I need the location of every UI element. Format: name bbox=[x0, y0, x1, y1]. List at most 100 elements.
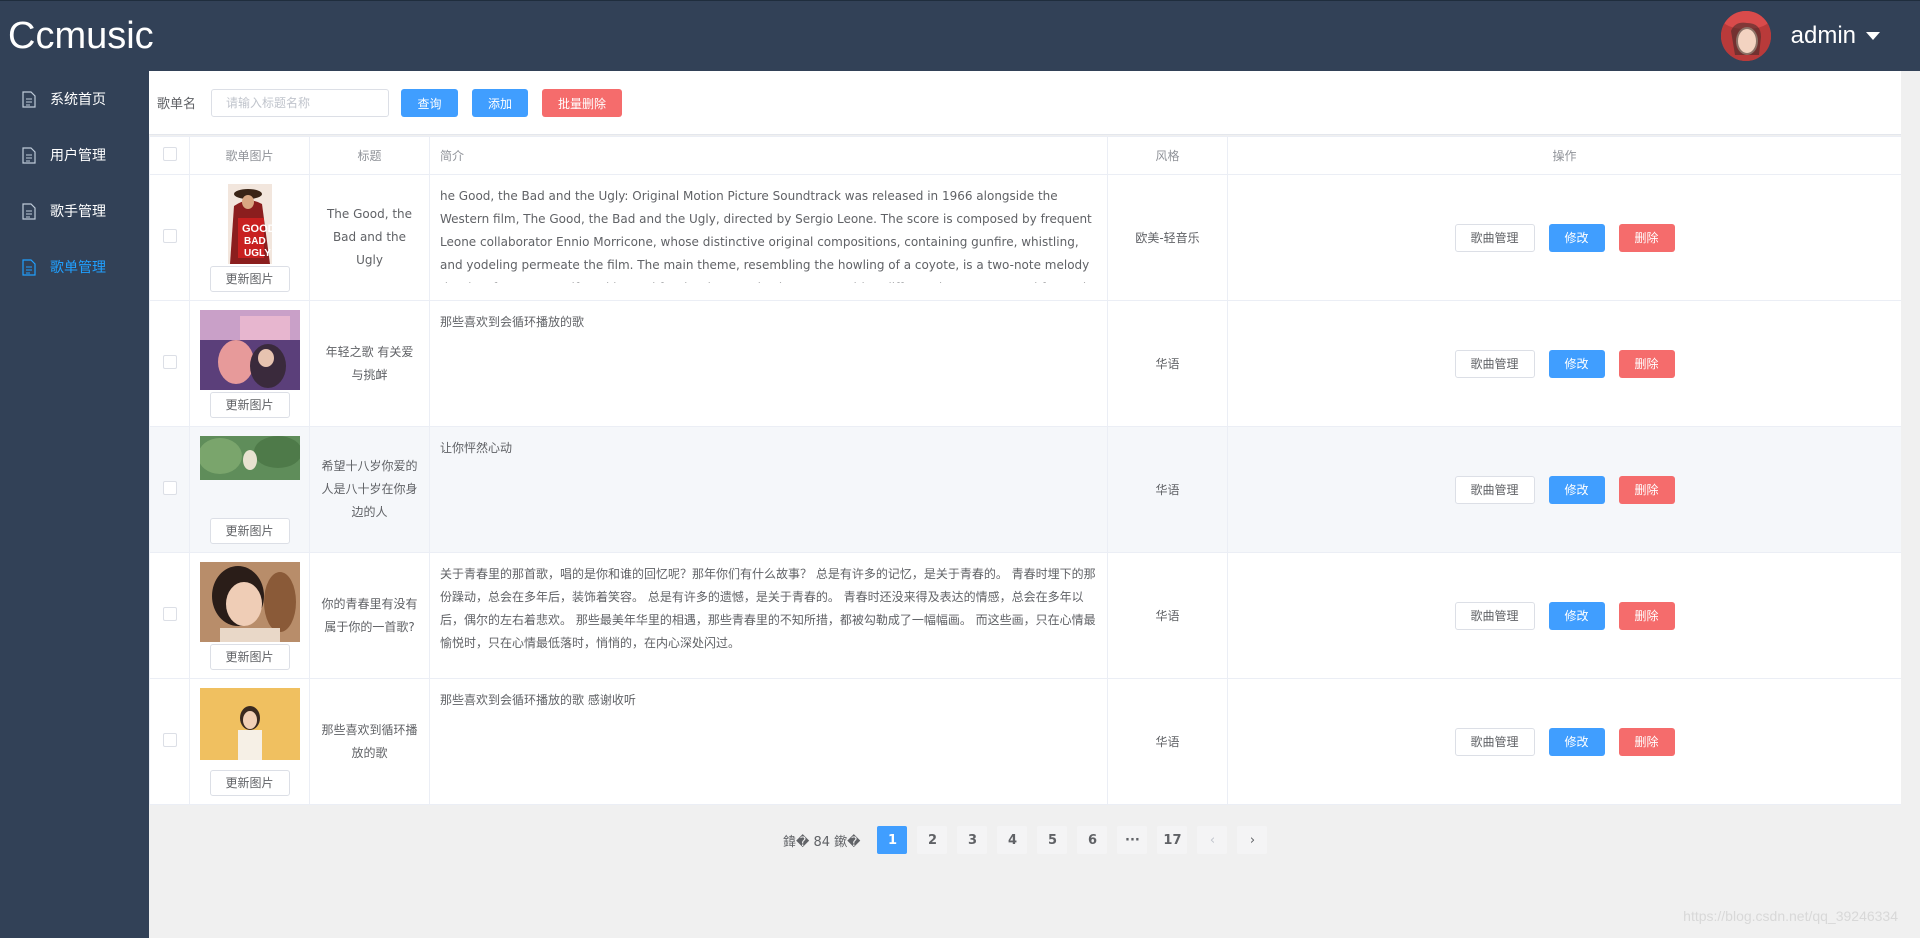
add-button[interactable]: 添加 bbox=[472, 89, 528, 117]
playlist-table: 歌单图片 标题 简介 风格 操作 GOOD BAD UGLY 更新图片 The … bbox=[149, 136, 1902, 805]
playlist-style: 华语 bbox=[1107, 300, 1228, 427]
document-icon bbox=[22, 202, 36, 220]
sidebar-item-label: 歌单管理 bbox=[50, 260, 106, 276]
sidebar-item-playlists[interactable]: 歌单管理 bbox=[0, 239, 149, 295]
playlist-title: 你的青春里有没有属于你的一首歌? bbox=[309, 552, 430, 679]
toolbar: 歌单名 查询 添加 批量删除 bbox=[149, 71, 1901, 135]
edit-button[interactable]: 修改 bbox=[1548, 349, 1605, 378]
playlist-intro: he Good, the Bad and the Ugly: Original … bbox=[440, 189, 1092, 283]
page-button[interactable]: 5 bbox=[1037, 826, 1068, 854]
playlist-intro: 让你怦然心动 bbox=[440, 441, 513, 455]
playlist-title: 希望十八岁你爱的人是八十岁在你身边的人 bbox=[309, 426, 430, 553]
document-icon bbox=[22, 90, 36, 108]
delete-button[interactable]: 删除 bbox=[1618, 727, 1675, 756]
edit-button[interactable]: 修改 bbox=[1548, 223, 1605, 252]
row-checkbox[interactable] bbox=[162, 607, 177, 621]
playlist-title: 那些喜欢到循环播放的歌 bbox=[309, 678, 430, 805]
user-name[interactable]: admin bbox=[1791, 22, 1856, 50]
playlist-cover-image bbox=[199, 687, 300, 768]
sidebar-item-label: 系统首页 bbox=[50, 92, 106, 108]
delete-button[interactable]: 删除 bbox=[1618, 223, 1675, 252]
playlist-cover-image: GOOD BAD UGLY bbox=[199, 183, 300, 264]
column-header-title: 标题 bbox=[309, 136, 430, 175]
next-page-button[interactable]: › bbox=[1237, 826, 1268, 854]
table-row: GOOD BAD UGLY 更新图片 The Good, the Bad and… bbox=[149, 174, 1902, 301]
select-all-cell bbox=[149, 136, 190, 175]
song-manage-button[interactable]: 歌曲管理 bbox=[1454, 349, 1535, 378]
prev-page-button[interactable]: ‹ bbox=[1197, 826, 1228, 854]
song-manage-button[interactable]: 歌曲管理 bbox=[1454, 475, 1535, 504]
svg-text:GOOD: GOOD bbox=[242, 223, 276, 235]
update-image-button[interactable]: 更新图片 bbox=[209, 391, 290, 418]
query-button[interactable]: 查询 bbox=[401, 89, 458, 117]
update-image-button[interactable]: 更新图片 bbox=[209, 517, 290, 544]
playlist-intro: 那些喜欢到会循环播放的歌 感谢收听 bbox=[440, 693, 636, 707]
song-manage-button[interactable]: 歌曲管理 bbox=[1454, 223, 1535, 252]
watermark: https://blog.csdn.net/qq_39246334 bbox=[1683, 908, 1898, 924]
sidebar-item-home[interactable]: 系统首页 bbox=[0, 71, 149, 127]
sidebar-item-label: 歌手管理 bbox=[50, 204, 106, 220]
page-button[interactable]: 4 bbox=[997, 826, 1028, 854]
search-label: 歌单名 bbox=[157, 97, 197, 112]
chevron-down-icon[interactable] bbox=[1866, 32, 1880, 40]
update-image-button[interactable]: 更新图片 bbox=[209, 643, 290, 670]
page-button[interactable]: 3 bbox=[957, 826, 988, 854]
user-avatar[interactable] bbox=[1720, 11, 1771, 61]
page-button[interactable]: 2 bbox=[917, 826, 948, 854]
table-row: 更新图片 希望十八岁你爱的人是八十岁在你身边的人 让你怦然心动 华语 歌曲管理 … bbox=[149, 426, 1902, 553]
user-menu[interactable]: admin bbox=[1720, 9, 1880, 63]
delete-button[interactable]: 删除 bbox=[1618, 601, 1675, 630]
document-icon bbox=[22, 146, 36, 164]
playlist-title: 年轻之歌 有关爱与挑衅 bbox=[309, 300, 430, 427]
table-row: 更新图片 那些喜欢到循环播放的歌 那些喜欢到会循环播放的歌 感谢收听 华语 歌曲… bbox=[149, 678, 1902, 805]
table-row: 更新图片 年轻之歌 有关爱与挑衅 那些喜欢到会循环播放的歌 华语 歌曲管理 修改… bbox=[149, 300, 1902, 427]
page-ellipsis[interactable]: ··· bbox=[1117, 826, 1148, 854]
select-all-checkbox[interactable] bbox=[162, 147, 177, 161]
row-checkbox[interactable] bbox=[162, 481, 177, 495]
delete-button[interactable]: 删除 bbox=[1618, 475, 1675, 504]
sidebar-item-label: 用户管理 bbox=[50, 148, 106, 164]
sidebar: 系统首页 用户管理 歌手管理 歌单管理 bbox=[0, 71, 149, 938]
page-scrollbar[interactable] bbox=[1901, 71, 1920, 938]
top-header: Ccmusic admin bbox=[0, 0, 1920, 71]
edit-button[interactable]: 修改 bbox=[1548, 727, 1605, 756]
column-header-style: 风格 bbox=[1107, 136, 1228, 175]
playlist-cover-image bbox=[199, 435, 300, 516]
playlist-cover-image bbox=[199, 309, 300, 390]
playlist-style: 华语 bbox=[1107, 552, 1228, 679]
update-image-button[interactable]: 更新图片 bbox=[209, 769, 290, 796]
pagination-total: 鍏� 84 鏉� bbox=[783, 834, 861, 850]
app-logo: Ccmusic bbox=[8, 15, 154, 57]
page-button[interactable]: 1 bbox=[877, 826, 908, 854]
sidebar-item-users[interactable]: 用户管理 bbox=[0, 127, 149, 183]
svg-text:UGLY: UGLY bbox=[244, 248, 271, 259]
pagination: 鍏� 84 鏉� 1 2 3 4 5 6 ··· 17 ‹ › bbox=[783, 826, 1272, 854]
song-manage-button[interactable]: 歌曲管理 bbox=[1454, 727, 1535, 756]
playlist-title: The Good, the Bad and the Ugly bbox=[309, 174, 430, 301]
search-input[interactable] bbox=[211, 89, 389, 117]
edit-button[interactable]: 修改 bbox=[1548, 601, 1605, 630]
delete-button[interactable]: 删除 bbox=[1618, 349, 1675, 378]
document-icon bbox=[22, 258, 36, 276]
table-header-row: 歌单图片 标题 简介 风格 操作 bbox=[149, 136, 1902, 175]
page-button[interactable]: 17 bbox=[1157, 826, 1188, 854]
svg-text:BAD: BAD bbox=[244, 236, 266, 247]
song-manage-button[interactable]: 歌曲管理 bbox=[1454, 601, 1535, 630]
sidebar-item-singers[interactable]: 歌手管理 bbox=[0, 183, 149, 239]
page-button[interactable]: 6 bbox=[1077, 826, 1108, 854]
main-content: 歌单名 查询 添加 批量删除 歌单图片 标题 简介 风格 操作 bbox=[149, 71, 1902, 938]
playlist-style: 欧美-轻音乐 bbox=[1107, 174, 1228, 301]
row-checkbox[interactable] bbox=[162, 355, 177, 369]
playlist-cover-image bbox=[199, 561, 300, 642]
batch-delete-button[interactable]: 批量删除 bbox=[542, 89, 622, 117]
playlist-intro: 那些喜欢到会循环播放的歌 bbox=[440, 315, 585, 329]
playlist-style: 华语 bbox=[1107, 426, 1228, 553]
playlist-intro: 关于青春里的那首歌，唱的是你和谁的回忆呢？那年你们有什么故事？ 总是有许多的记忆… bbox=[440, 567, 1096, 650]
edit-button[interactable]: 修改 bbox=[1548, 475, 1605, 504]
column-header-ops: 操作 bbox=[1227, 136, 1902, 175]
table-row: 更新图片 你的青春里有没有属于你的一首歌? 关于青春里的那首歌，唱的是你和谁的回… bbox=[149, 552, 1902, 679]
update-image-button[interactable]: 更新图片 bbox=[209, 265, 290, 292]
row-checkbox[interactable] bbox=[162, 229, 177, 243]
row-checkbox[interactable] bbox=[162, 733, 177, 747]
column-header-image: 歌单图片 bbox=[189, 136, 310, 175]
